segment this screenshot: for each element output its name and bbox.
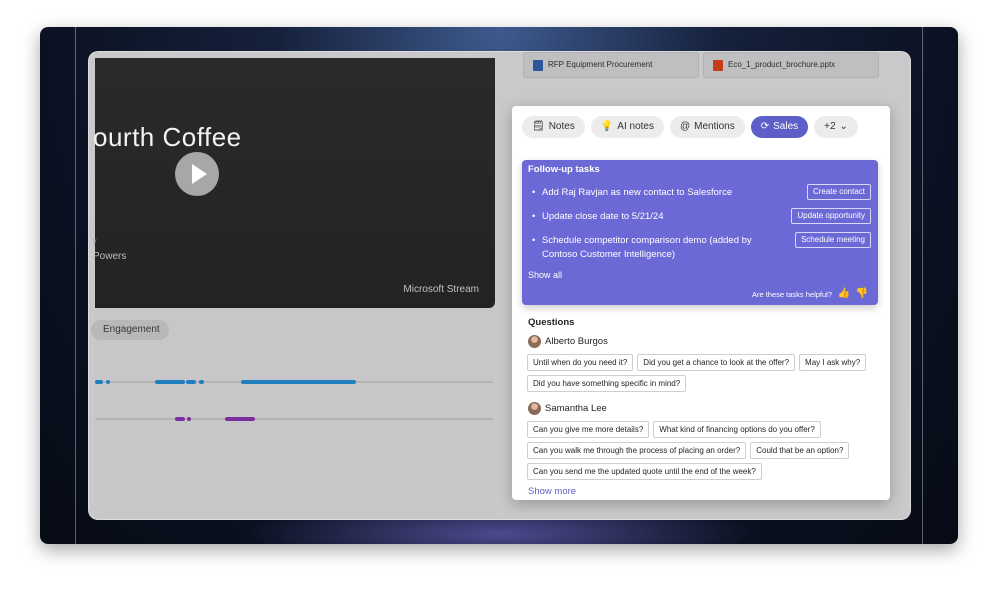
helpful-prompt: Are these tasks helpful? <box>751 290 832 299</box>
attachment-brochure[interactable]: Eco_1_product_brochure.pptx <box>703 52 879 78</box>
tab-ai-notes[interactable]: 💡 AI notes <box>590 116 664 138</box>
engagement-label: Engagement <box>103 324 160 335</box>
question-chip[interactable]: Did you have something specific in mind? <box>527 375 687 392</box>
tab-sales[interactable]: ⟳ Sales <box>750 116 809 138</box>
bullet: • <box>532 235 536 246</box>
task-item: • Schedule competitor comparison demo (a… <box>532 234 762 262</box>
question-chip[interactable]: Can you walk me through the process of p… <box>527 442 747 459</box>
show-all-link[interactable]: Show all <box>528 270 562 280</box>
question-chips-alberto: Until when do you need it? Did you get a… <box>527 354 877 392</box>
tab-mentions[interactable]: @ Mentions <box>669 116 745 138</box>
at-icon: @ <box>679 121 691 132</box>
question-chip[interactable]: May I ask why? <box>799 354 867 371</box>
play-button[interactable] <box>175 152 219 196</box>
video-player[interactable]: ourth Coffee y Powers Microsoft Stream <box>93 58 495 308</box>
video-presenter: Powers <box>93 251 127 262</box>
tab-label: +2 <box>824 121 836 132</box>
engagement-tab[interactable]: Engagement <box>91 320 169 340</box>
person-header: Samantha Lee <box>528 402 607 415</box>
engagement-segment <box>187 417 191 421</box>
question-chip[interactable]: Can you give me more details? <box>527 421 650 438</box>
follow-up-tasks-card: Follow-up tasks • Add Raj Ravjan as new … <box>522 160 878 305</box>
follow-up-title: Follow-up tasks <box>528 164 600 175</box>
attachment-name: Eco_1_product_brochure.pptx <box>728 60 836 69</box>
sales-icon: ⟳ <box>760 121 770 132</box>
question-chip[interactable]: Did you get a chance to look at the offe… <box>637 354 796 371</box>
tab-more[interactable]: +2 ⌄ <box>814 116 858 138</box>
word-doc-icon <box>533 60 543 71</box>
show-more-link[interactable]: Show more <box>528 486 576 497</box>
device-frame: ourth Coffee y Powers Microsoft Stream E… <box>40 27 958 544</box>
person-name: Alberto Burgos <box>545 336 608 347</box>
engagement-segment <box>175 417 185 421</box>
question-chip[interactable]: Can you send me the updated quote until … <box>527 463 762 480</box>
question-chip[interactable]: Until when do you need it? <box>527 354 634 371</box>
update-opportunity-button[interactable]: Update opportunity <box>791 208 871 224</box>
engagement-segment <box>155 380 185 384</box>
notes-icon: 🗒 <box>532 121 545 132</box>
powerpoint-icon <box>713 60 723 71</box>
video-title: ourth Coffee <box>93 122 242 152</box>
question-chips-samantha: Can you give me more details? What kind … <box>527 421 877 480</box>
chevron-down-icon: ⌄ <box>839 121 848 132</box>
bullet: • <box>532 187 536 198</box>
tab-label: Mentions <box>694 121 735 132</box>
bullet: • <box>532 211 536 222</box>
question-chip[interactable]: What kind of financing options do you of… <box>653 421 821 438</box>
questions-title: Questions <box>528 317 575 328</box>
engagement-track-2 <box>95 417 493 421</box>
thumbs-up-icon[interactable]: 👍 <box>838 288 850 299</box>
thumbs-down-icon[interactable]: 👎 <box>856 288 868 299</box>
video-caption: y <box>93 238 97 245</box>
task-text: Schedule competitor comparison demo (add… <box>542 235 752 260</box>
recap-tabs: 🗒 Notes 💡 AI notes @ Mentions ⟳ Sales +2 <box>522 116 858 138</box>
schedule-meeting-button[interactable]: Schedule meeting <box>794 232 871 248</box>
meeting-recap-panel: 🗒 Notes 💡 AI notes @ Mentions ⟳ Sales +2 <box>512 106 890 500</box>
person-header: Alberto Burgos <box>528 335 608 348</box>
person-name: Samantha Lee <box>545 403 607 414</box>
bezel-line-right <box>922 27 923 544</box>
task-item: • Update close date to 5/21/24 <box>532 210 762 224</box>
tab-label: Notes <box>548 121 575 132</box>
task-item: • Add Raj Ravjan as new contact to Sales… <box>532 186 762 200</box>
attachment-name: RFP Equipment Procurement <box>548 60 653 69</box>
engagement-segment <box>186 380 196 384</box>
tab-label: Sales <box>773 121 799 132</box>
create-contact-button[interactable]: Create contact <box>806 184 871 200</box>
lightbulb-icon: 💡 <box>600 121 614 132</box>
engagement-segment <box>199 380 204 384</box>
avatar <box>528 402 541 415</box>
engagement-segment <box>106 380 110 384</box>
recording-pane: ourth Coffee y Powers Microsoft Stream E… <box>91 58 495 518</box>
task-text: Add Raj Ravjan as new contact to Salesfo… <box>542 187 733 198</box>
app-screen: ourth Coffee y Powers Microsoft Stream E… <box>88 51 911 520</box>
question-chip[interactable]: Could that be an option? <box>750 442 850 459</box>
bezel-line-left <box>75 27 76 544</box>
engagement-segment <box>95 380 103 384</box>
avatar <box>528 335 541 348</box>
engagement-segment <box>225 417 255 421</box>
engagement-track-1 <box>95 380 493 384</box>
attachment-rfp[interactable]: RFP Equipment Procurement <box>523 52 699 78</box>
tab-label: AI notes <box>617 121 654 132</box>
tab-notes[interactable]: 🗒 Notes <box>522 116 585 138</box>
engagement-segment <box>241 380 356 384</box>
video-source-label: Microsoft Stream <box>403 284 479 295</box>
task-text: Update close date to 5/21/24 <box>542 211 664 222</box>
